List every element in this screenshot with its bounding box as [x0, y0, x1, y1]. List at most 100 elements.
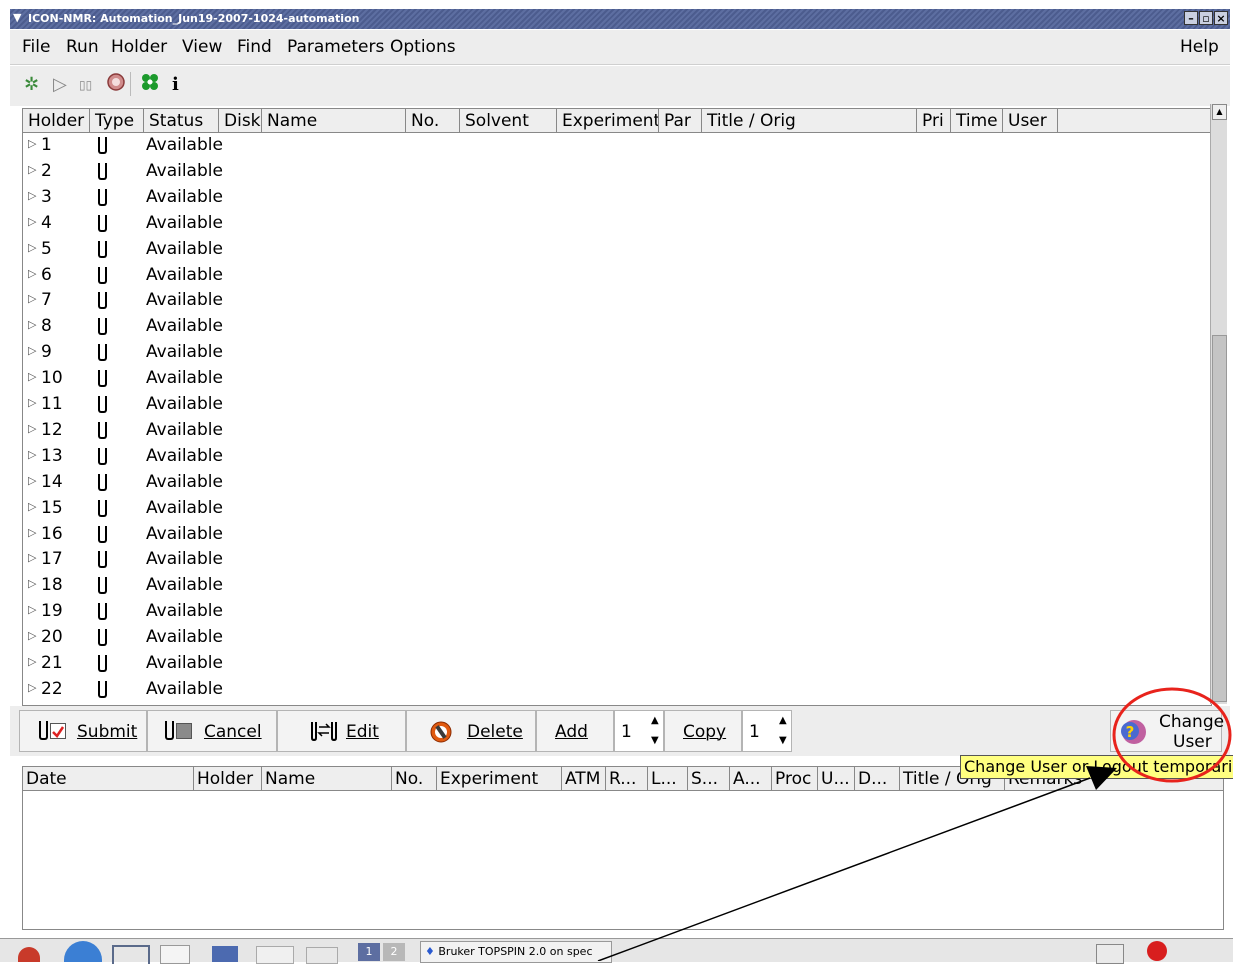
column-header-name[interactable]: Name: [262, 109, 406, 133]
log-column-name[interactable]: Name: [262, 767, 392, 791]
column-header-status[interactable]: Status: [144, 109, 219, 133]
stop-icon[interactable]: [106, 72, 126, 97]
browser-globe-icon[interactable]: [64, 941, 102, 962]
window-title-bar[interactable]: ▼ ICON-NMR: Automation_Jun19-2007-1024-a…: [10, 9, 1230, 29]
table-row[interactable]: ▷ 6 Available: [23, 264, 1211, 290]
printer-icon[interactable]: [306, 947, 338, 964]
spin-down-arrow-icon[interactable]: ▼: [651, 735, 659, 746]
column-header-type[interactable]: Type: [90, 109, 144, 133]
log-column-holder[interactable]: Holder: [194, 767, 262, 791]
menu-parameters[interactable]: Parameters: [287, 37, 384, 57]
menu-help[interactable]: Help: [1180, 37, 1219, 57]
spreadsheet-icon[interactable]: [256, 946, 294, 964]
column-header-experiment[interactable]: Experiment: [557, 109, 659, 133]
redhat-icon[interactable]: [18, 947, 40, 962]
presentation-icon[interactable]: [212, 946, 238, 962]
expand-triangle-icon[interactable]: ▷: [28, 474, 36, 487]
spin-up-arrow-icon[interactable]: ▲: [651, 715, 659, 726]
pause-icon[interactable]: ▯▯: [79, 78, 92, 92]
expand-triangle-icon[interactable]: ▷: [28, 215, 36, 228]
expand-triangle-icon[interactable]: ▷: [28, 422, 36, 435]
table-row[interactable]: ▷ 10 Available: [23, 367, 1211, 393]
expand-triangle-icon[interactable]: ▷: [28, 163, 36, 176]
expand-triangle-icon[interactable]: ▷: [28, 655, 36, 668]
workspace-1-button[interactable]: 1: [358, 943, 380, 961]
expand-triangle-icon[interactable]: ▷: [28, 241, 36, 254]
column-header-pri[interactable]: Pri: [917, 109, 951, 133]
table-row[interactable]: ▷ 2 Available: [23, 160, 1211, 186]
table-row[interactable]: ▷ 9 Available: [23, 341, 1211, 367]
cancel-button[interactable]: Cancel: [147, 710, 277, 752]
play-icon[interactable]: ▷: [53, 74, 67, 95]
log-column-d[interactable]: D...: [855, 767, 900, 791]
log-column-no[interactable]: No.: [392, 767, 437, 791]
menu-holder[interactable]: Holder: [111, 37, 167, 57]
column-header-holder[interactable]: Holder: [23, 109, 90, 133]
table-row[interactable]: ▷ 19 Available: [23, 600, 1211, 626]
workspace-2-button[interactable]: 2: [383, 943, 405, 961]
copy-button[interactable]: Copy: [664, 710, 742, 752]
table-row[interactable]: ▷ 12 Available: [23, 419, 1211, 445]
expand-triangle-icon[interactable]: ▷: [28, 577, 36, 590]
menu-find[interactable]: Find: [237, 37, 272, 57]
menu-file[interactable]: File: [22, 37, 50, 57]
column-header-user[interactable]: User: [1003, 109, 1058, 133]
maximize-button[interactable]: ▫: [1199, 11, 1213, 25]
expand-triangle-icon[interactable]: ▷: [28, 551, 36, 564]
spin-down-arrow-icon[interactable]: ▼: [779, 735, 787, 746]
expand-triangle-icon[interactable]: ▷: [28, 681, 36, 694]
clipboard-icon[interactable]: [1096, 944, 1124, 964]
scroll-up-arrow-icon[interactable]: ▲: [1212, 104, 1227, 120]
delete-button[interactable]: Delete: [406, 710, 536, 752]
expand-triangle-icon[interactable]: ▷: [28, 526, 36, 539]
add-count-spinner[interactable]: 1 ▲ ▼: [614, 710, 664, 752]
column-header-disk[interactable]: Disk: [219, 109, 262, 133]
expand-triangle-icon[interactable]: ▷: [28, 267, 36, 280]
log-column-r[interactable]: R...: [606, 767, 648, 791]
change-user-button[interactable]: ? Change User: [1110, 710, 1224, 752]
settings-gear-icon[interactable]: ✲: [24, 74, 39, 95]
log-column-u[interactable]: U...: [818, 767, 855, 791]
table-row[interactable]: ▷ 1 Available: [23, 134, 1211, 160]
info-icon[interactable]: i: [172, 74, 179, 95]
table-row[interactable]: ▷ 18 Available: [23, 574, 1211, 600]
log-column-date[interactable]: Date: [23, 767, 194, 791]
log-column-proc[interactable]: Proc: [772, 767, 818, 791]
table-row[interactable]: ▷ 11 Available: [23, 393, 1211, 419]
expand-triangle-icon[interactable]: ▷: [28, 448, 36, 461]
column-header-title-orig[interactable]: Title / Orig: [702, 109, 917, 133]
window-menu-chevron-icon[interactable]: ▼: [13, 11, 21, 24]
expand-triangle-icon[interactable]: ▷: [28, 603, 36, 616]
expand-triangle-icon[interactable]: ▷: [28, 137, 36, 150]
log-column-s[interactable]: S...: [688, 767, 730, 791]
column-header-par[interactable]: Par: [659, 109, 702, 133]
expand-triangle-icon[interactable]: ▷: [28, 292, 36, 305]
column-header-solvent[interactable]: Solvent: [460, 109, 557, 133]
table-row[interactable]: ▷ 13 Available: [23, 445, 1211, 471]
expand-triangle-icon[interactable]: ▷: [28, 318, 36, 331]
log-column-experiment[interactable]: Experiment: [437, 767, 562, 791]
spin-up-arrow-icon[interactable]: ▲: [779, 715, 787, 726]
table-row[interactable]: ▷ 3 Available: [23, 186, 1211, 212]
table-row[interactable]: ▷ 5 Available: [23, 238, 1211, 264]
scrollbar-thumb[interactable]: [1212, 335, 1227, 702]
expand-triangle-icon[interactable]: ▷: [28, 500, 36, 513]
table-row[interactable]: ▷ 16 Available: [23, 523, 1211, 549]
clover-icon[interactable]: [140, 72, 160, 97]
expand-triangle-icon[interactable]: ▷: [28, 189, 36, 202]
menu-view[interactable]: View: [182, 37, 222, 57]
log-column-l[interactable]: L...: [648, 767, 688, 791]
expand-triangle-icon[interactable]: ▷: [28, 344, 36, 357]
log-column-atm[interactable]: ATM: [562, 767, 606, 791]
table-row[interactable]: ▷ 21 Available: [23, 652, 1211, 678]
edit-button[interactable]: Edit: [277, 710, 406, 752]
expand-triangle-icon[interactable]: ▷: [28, 396, 36, 409]
menu-options[interactable]: Options: [390, 37, 456, 57]
alert-icon[interactable]: [1147, 941, 1167, 961]
minimize-button[interactable]: –: [1184, 11, 1198, 25]
table-row[interactable]: ▷ 8 Available: [23, 315, 1211, 341]
table-row[interactable]: ▷ 15 Available: [23, 497, 1211, 523]
vertical-scrollbar[interactable]: ▲: [1210, 104, 1227, 704]
add-button[interactable]: Add: [536, 710, 614, 752]
table-row[interactable]: ▷ 17 Available: [23, 548, 1211, 574]
